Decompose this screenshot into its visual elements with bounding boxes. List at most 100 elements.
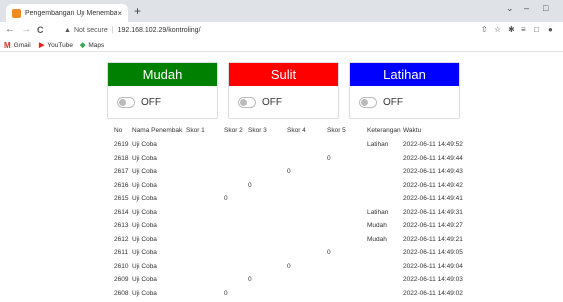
table-cell-waktu: 2022-06-11 14:49:03 bbox=[403, 276, 463, 283]
toggle-state: OFF bbox=[262, 96, 282, 108]
table-cell-waktu: 2022-06-11 14:49:05 bbox=[403, 249, 463, 256]
table-cell-nama: Uji Coba bbox=[132, 249, 157, 256]
table-cell-no: 2613 bbox=[114, 222, 129, 229]
table-cell-no: 2617 bbox=[114, 168, 129, 175]
omnibox-separator: | bbox=[111, 26, 114, 34]
table-cell-waktu: 2022-06-11 14:49:31 bbox=[403, 208, 463, 216]
side-panel-icon[interactable]: □ bbox=[534, 25, 539, 34]
mode-header: Latihan bbox=[350, 63, 459, 86]
table-cell-nama: Uji Coba bbox=[132, 235, 157, 243]
address-bar[interactable]: ▲ Not secure | 192.168.102.29/kontroling… bbox=[64, 24, 484, 36]
youtube-icon: ▶ bbox=[39, 42, 45, 49]
mode-header: Sulit bbox=[229, 63, 338, 86]
security-status: Not secure bbox=[73, 26, 108, 34]
column-header: Skor 5 bbox=[327, 127, 346, 134]
table-cell-nama: Uji Coba bbox=[132, 195, 157, 202]
table-cell-no: 2619 bbox=[114, 141, 129, 148]
toggle-state: OFF bbox=[141, 96, 161, 108]
gmail-icon: M bbox=[4, 40, 11, 50]
toggle-knob bbox=[240, 98, 247, 106]
mode-header: Mudah bbox=[108, 63, 217, 86]
toggle-knob bbox=[119, 98, 126, 106]
maximize-button[interactable]: □ bbox=[543, 3, 548, 13]
star-icon[interactable]: ☆ bbox=[494, 25, 501, 34]
table-cell-nama: Uji Coba bbox=[132, 141, 157, 148]
maps-icon: ◆ bbox=[80, 42, 86, 49]
table-cell-waktu: 2022-06-11 14:49:04 bbox=[403, 262, 463, 270]
reload-button[interactable]: C bbox=[37, 24, 44, 36]
table-cell-no: 2614 bbox=[114, 208, 129, 216]
favicon-icon bbox=[12, 8, 21, 18]
table-cell-waktu: 2022-06-11 14:49:41 bbox=[403, 195, 463, 202]
mode-toggle[interactable] bbox=[238, 96, 256, 108]
toggle-state: OFF bbox=[383, 96, 403, 108]
reading-list-icon[interactable]: ≡ bbox=[521, 25, 526, 34]
mode-card-sulit: Sulit OFF bbox=[228, 62, 339, 119]
column-header: Waktu bbox=[403, 127, 422, 134]
table-cell-ket: Mudah bbox=[367, 235, 387, 243]
column-header: Keterangan bbox=[367, 127, 401, 134]
table-cell-nama: Uji Coba bbox=[132, 276, 157, 283]
profile-icon[interactable]: ● bbox=[548, 25, 553, 34]
table-cell-ket: Latihan bbox=[367, 208, 389, 216]
minimize-button[interactable]: – bbox=[524, 3, 529, 13]
column-header: Skor 1 bbox=[186, 127, 205, 134]
table-cell-ket: Latihan bbox=[367, 141, 389, 148]
table-cell-nama: Uji Coba bbox=[132, 168, 157, 175]
table-cell-nama: Uji Coba bbox=[132, 262, 157, 270]
table-cell-no: 2608 bbox=[114, 289, 129, 297]
table-cell-nama: Uji Coba bbox=[132, 289, 157, 297]
table-cell-waktu: 2022-06-11 14:49:42 bbox=[403, 181, 463, 189]
table-cell-nama: Uji Coba bbox=[132, 208, 157, 216]
table-cell-ket: Mudah bbox=[367, 222, 387, 229]
table-cell-s5: 0 bbox=[327, 154, 331, 162]
table-cell-no: 2612 bbox=[114, 235, 129, 243]
mode-card-mudah: Mudah OFF bbox=[107, 62, 218, 119]
bookmark-maps[interactable]: ◆ Maps bbox=[80, 40, 104, 50]
bookmark-label: Maps bbox=[88, 41, 105, 49]
bookmark-gmail[interactable]: M Gmail bbox=[4, 40, 31, 50]
bookmark-youtube[interactable]: ▶ YouTube bbox=[39, 40, 73, 50]
table-cell-waktu: 2022-06-11 14:49:21 bbox=[403, 235, 463, 243]
mode-toggle[interactable] bbox=[117, 96, 135, 108]
toolbar-divider bbox=[0, 51, 563, 52]
browser-tab[interactable]: Pengembangan Uji Menembak I × bbox=[6, 4, 128, 22]
tab-search-icon[interactable]: ⌄ bbox=[506, 3, 514, 14]
table-cell-s3: 0 bbox=[248, 181, 252, 189]
tab-close-icon[interactable]: × bbox=[117, 9, 122, 18]
table-cell-no: 2616 bbox=[114, 181, 129, 189]
bookmark-label: Gmail bbox=[13, 41, 31, 49]
table-cell-s4: 0 bbox=[287, 262, 291, 270]
back-button[interactable]: ← bbox=[5, 24, 15, 36]
column-header: No bbox=[114, 127, 123, 134]
mode-toggle[interactable] bbox=[359, 96, 377, 108]
warning-icon: ▲ bbox=[64, 26, 71, 34]
table-cell-no: 2615 bbox=[114, 195, 129, 202]
table-cell-nama: Uji Coba bbox=[132, 222, 157, 229]
table-cell-s3: 0 bbox=[248, 276, 252, 283]
share-icon[interactable]: ⇧ bbox=[481, 25, 488, 34]
forward-button[interactable]: → bbox=[21, 24, 31, 36]
mode-card-latihan: Latihan OFF bbox=[349, 62, 460, 119]
bookmark-label: YouTube bbox=[47, 41, 73, 49]
column-header: Skor 4 bbox=[287, 127, 306, 134]
table-cell-waktu: 2022-06-11 14:49:27 bbox=[403, 222, 463, 229]
table-cell-s2: 0 bbox=[224, 195, 228, 202]
table-cell-no: 2618 bbox=[114, 154, 129, 162]
table-cell-nama: Uji Coba bbox=[132, 154, 157, 162]
table-cell-waktu: 2022-06-11 14:49:43 bbox=[403, 168, 463, 175]
table-cell-s4: 0 bbox=[287, 168, 291, 175]
toggle-knob bbox=[361, 98, 368, 106]
table-cell-s2: 0 bbox=[224, 289, 228, 297]
url-text: 192.168.102.29/kontroling/ bbox=[117, 26, 201, 34]
table-cell-no: 2611 bbox=[114, 249, 128, 256]
extensions-icon[interactable]: ✱ bbox=[508, 25, 515, 34]
new-tab-button[interactable]: + bbox=[134, 4, 141, 18]
table-cell-waktu: 2022-06-11 14:49:02 bbox=[403, 289, 463, 297]
table-cell-nama: Uji Coba bbox=[132, 181, 157, 189]
column-header: Skor 2 bbox=[224, 127, 243, 134]
table-cell-no: 2610 bbox=[114, 262, 129, 270]
column-header: Skor 3 bbox=[248, 127, 267, 134]
tab-title: Pengembangan Uji Menembak I bbox=[25, 9, 118, 17]
table-cell-waktu: 2022-06-11 14:49:44 bbox=[403, 154, 463, 162]
